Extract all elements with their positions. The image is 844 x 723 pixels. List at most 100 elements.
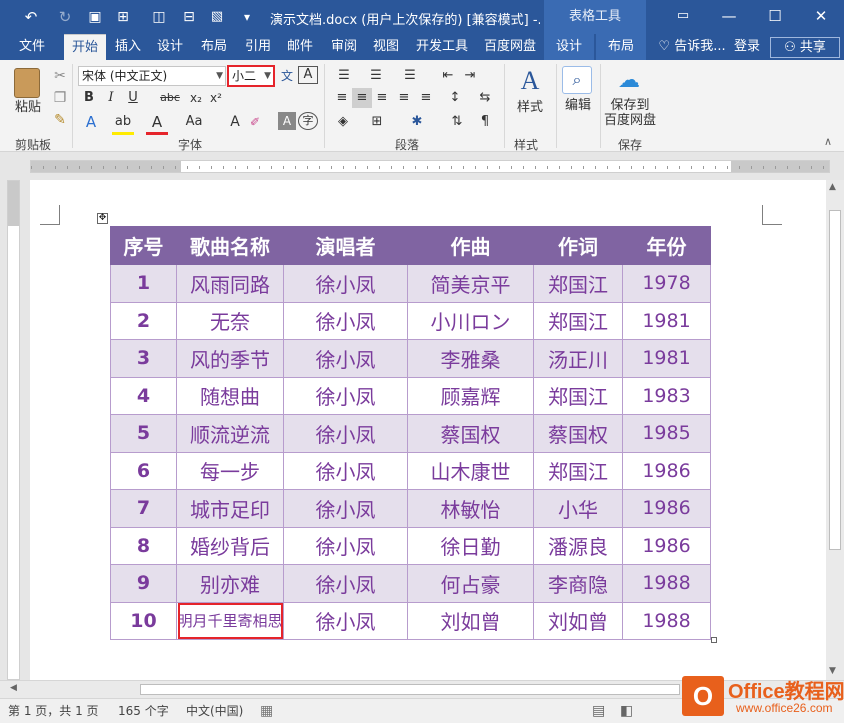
redo-icon[interactable]: ↻: [54, 7, 76, 27]
table-cell[interactable]: 10: [110, 601, 177, 640]
chevron-down-icon[interactable]: ▼: [216, 67, 223, 85]
styles-button[interactable]: 样式: [512, 98, 548, 118]
format-painter-qa-icon[interactable]: ⊞: [112, 7, 134, 27]
table-cell[interactable]: 郑国江: [533, 451, 623, 490]
table-cell[interactable]: 山木康世: [407, 451, 534, 490]
table-cell[interactable]: 徐小凤: [283, 264, 408, 303]
strikethrough-button[interactable]: abc: [156, 88, 184, 108]
table-cell[interactable]: 徐小凤: [283, 564, 408, 603]
tab-file[interactable]: 文件: [10, 34, 54, 60]
tab-review[interactable]: 审阅: [326, 34, 362, 60]
table-cell[interactable]: 徐小凤: [283, 489, 408, 528]
table-cell[interactable]: 1986: [622, 451, 711, 490]
line-spacing-icon[interactable]: ↕: [444, 88, 466, 108]
sort-icon[interactable]: ⇅: [446, 112, 468, 132]
tab-mailings[interactable]: 邮件: [282, 34, 318, 60]
styles-icon[interactable]: A: [516, 66, 544, 96]
char-shading-icon[interactable]: A: [278, 112, 296, 130]
tab-baidu[interactable]: 百度网盘: [478, 34, 542, 60]
table-cell[interactable]: 1988: [622, 601, 711, 640]
table-cell[interactable]: 刘如曾: [407, 601, 534, 640]
multilevel-list-icon[interactable]: ☰: [398, 66, 422, 86]
print-layout-icon[interactable]: ▤: [592, 699, 605, 723]
font-name-combo[interactable]: 宋体 (中文正文) ▼: [78, 66, 226, 86]
table-cell[interactable]: 潘源良: [533, 526, 623, 565]
shading-icon[interactable]: ◈: [332, 112, 354, 132]
word-count[interactable]: 165 个字: [118, 699, 169, 723]
table-cell[interactable]: 6: [110, 451, 177, 490]
table-cell[interactable]: 何占豪: [407, 564, 534, 603]
bold-button[interactable]: B: [80, 88, 98, 108]
clear-format-icon[interactable]: ✐: [246, 112, 264, 132]
table-cell[interactable]: 3: [110, 339, 177, 378]
grow-font-icon[interactable]: A: [226, 112, 244, 132]
table-cell[interactable]: 城市足印: [176, 489, 284, 528]
borders-icon[interactable]: ⊞: [366, 112, 388, 132]
cut-icon[interactable]: ✂: [50, 66, 70, 86]
header-cell[interactable]: 演唱者: [283, 226, 408, 265]
decrease-indent-icon[interactable]: ⇤: [438, 66, 458, 86]
tab-view[interactable]: 视图: [368, 34, 404, 60]
char-border-icon[interactable]: A: [298, 66, 318, 84]
language[interactable]: 中文(中国): [186, 699, 243, 723]
header-cell[interactable]: 作词: [533, 226, 623, 265]
table-cell[interactable]: 婚纱背后: [176, 526, 284, 565]
table-cell[interactable]: 徐小凤: [283, 414, 408, 453]
subscript-button[interactable]: x₂: [186, 88, 206, 108]
table-cell[interactable]: 汤正川: [533, 339, 623, 378]
table-cell[interactable]: 风雨同路: [176, 264, 284, 303]
web-layout-icon[interactable]: ◧: [620, 699, 633, 723]
table-cell[interactable]: 林敏怡: [407, 489, 534, 528]
table-cell[interactable]: 小华: [533, 489, 623, 528]
justify-icon[interactable]: ≡: [394, 88, 414, 108]
table-cell[interactable]: 8: [110, 526, 177, 565]
share-button[interactable]: ⚇ 共享: [770, 37, 840, 58]
table-cell[interactable]: 风的季节: [176, 339, 284, 378]
header-cell[interactable]: 歌曲名称: [176, 226, 284, 265]
highlight-icon[interactable]: ab: [112, 112, 134, 135]
table-cell[interactable]: 徐日勤: [407, 526, 534, 565]
minimize-icon[interactable]: —: [706, 0, 752, 34]
table-cell[interactable]: 1981: [622, 301, 711, 340]
table-cell[interactable]: 4: [110, 376, 177, 415]
table-cell[interactable]: 1: [110, 264, 177, 303]
font-size-combo[interactable]: 小二 ▼: [227, 65, 275, 87]
scroll-up-icon[interactable]: ▲: [829, 182, 836, 192]
table-cell[interactable]: 1983: [622, 376, 711, 415]
table-cell[interactable]: 1986: [622, 489, 711, 528]
bullets-icon[interactable]: ☰: [332, 66, 356, 86]
table-cell[interactable]: 9: [110, 564, 177, 603]
hscroll-thumb[interactable]: [140, 684, 680, 695]
table-cell[interactable]: 小川ロン: [407, 301, 534, 340]
table-move-handle-icon[interactable]: ✥: [97, 213, 108, 224]
macro-record-icon[interactable]: ▦: [260, 699, 273, 723]
text-effects-icon[interactable]: A: [80, 112, 102, 132]
increase-indent-icon[interactable]: ⇥: [460, 66, 480, 86]
table-cell[interactable]: 李商隐: [533, 564, 623, 603]
table-cell[interactable]: 蔡国权: [407, 414, 534, 453]
table-cell[interactable]: 徐小凤: [283, 601, 408, 640]
save-to-baidu-button[interactable]: 保存到 百度网盘: [602, 98, 658, 128]
tab-layout[interactable]: 布局: [196, 34, 232, 60]
customize-qa-icon[interactable]: ▾: [236, 7, 258, 27]
table-cell[interactable]: 每一步: [176, 451, 284, 490]
distributed-icon[interactable]: ≡: [416, 88, 436, 108]
table-cell[interactable]: 徐小凤: [283, 451, 408, 490]
table-cell[interactable]: 别亦难: [176, 564, 284, 603]
song-table[interactable]: 序号 歌曲名称 演唱者 作曲 作词 年份 1 风雨同路 徐小凤 简美京平 郑国江 1978…: [110, 226, 711, 640]
chinese-layout-icon[interactable]: ⇆: [474, 88, 496, 108]
paste-icon[interactable]: [14, 68, 40, 98]
tab-design[interactable]: 设计: [152, 34, 188, 60]
font-color-icon[interactable]: A: [146, 112, 168, 135]
table-cell[interactable]: 徐小凤: [283, 526, 408, 565]
enclose-char-icon[interactable]: 字: [298, 112, 318, 130]
copy-icon[interactable]: ❐: [50, 88, 70, 108]
collapse-ribbon-icon[interactable]: ∧: [818, 132, 838, 152]
show-marks-icon[interactable]: ¶: [474, 112, 496, 132]
tab-developer[interactable]: 开发工具: [412, 34, 472, 60]
vertical-ruler[interactable]: [7, 180, 20, 680]
header-cell[interactable]: 序号: [110, 226, 177, 265]
table-cell[interactable]: 简美京平: [407, 264, 534, 303]
table-cell[interactable]: 徐小凤: [283, 376, 408, 415]
table-cell[interactable]: 郑国江: [533, 264, 623, 303]
